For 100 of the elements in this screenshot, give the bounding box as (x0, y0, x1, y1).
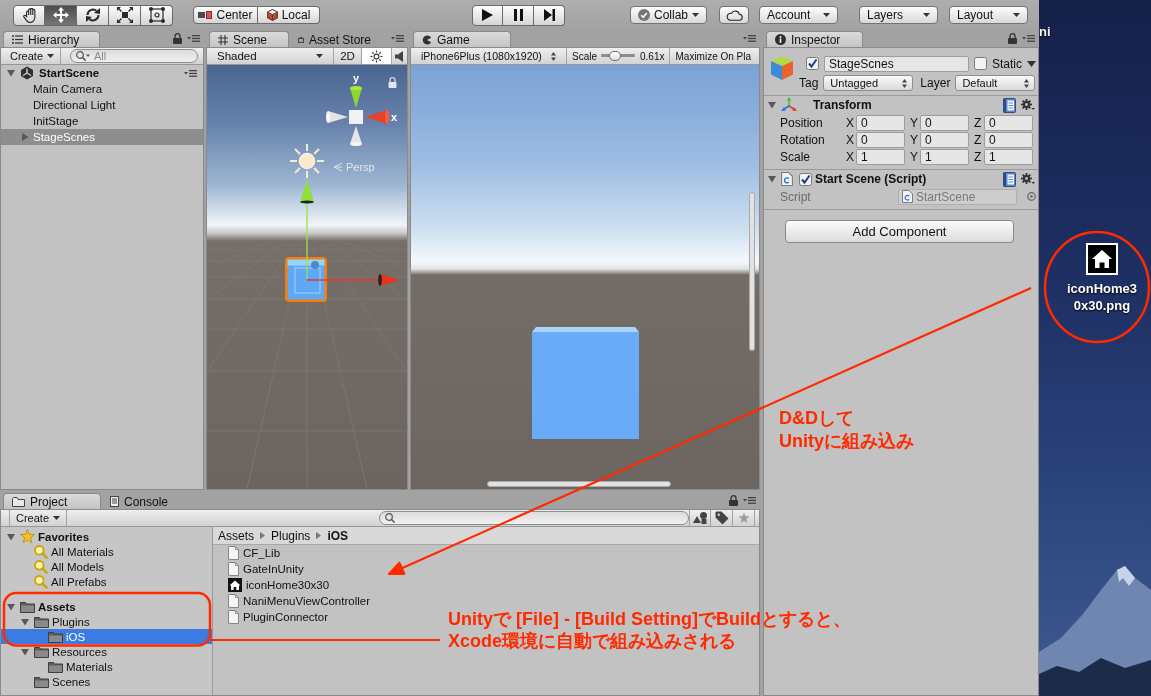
project-tree-item[interactable]: Plugins (1, 614, 212, 629)
search-field[interactable]: All (70, 49, 199, 63)
disclosure-triangle-icon[interactable] (768, 175, 776, 183)
menu-icon[interactable] (1022, 35, 1035, 42)
number-field[interactable]: 0 (856, 131, 905, 148)
search-field[interactable] (379, 511, 689, 525)
project-tree-item[interactable]: Materials (1, 659, 212, 674)
collab-button[interactable]: Collab (630, 6, 707, 24)
panel-tab[interactable]: Console (101, 493, 199, 509)
lock-icon[interactable] (729, 495, 738, 506)
menu-icon[interactable] (187, 35, 200, 42)
number-field[interactable]: 0 (920, 114, 969, 131)
number-field[interactable]: 0 (920, 131, 969, 148)
lock-icon[interactable] (388, 76, 397, 88)
menu-icon[interactable] (184, 69, 197, 77)
play-button[interactable] (472, 4, 503, 26)
panel-tab[interactable]: Scene (209, 31, 289, 47)
book-icon[interactable] (1003, 171, 1016, 187)
panel-tab[interactable]: Inspector (766, 31, 863, 47)
step-button[interactable] (534, 4, 565, 26)
disclosure-triangle-icon[interactable] (7, 532, 15, 541)
disclosure-triangle-icon[interactable] (21, 647, 29, 656)
file-item[interactable]: iconHome30x30 (228, 577, 334, 593)
file-item[interactable]: GateInUnity (228, 561, 308, 577)
tool-button[interactable] (13, 4, 45, 26)
project-tree-item[interactable]: All Models (1, 559, 212, 574)
checkbox[interactable] (806, 57, 819, 70)
x-axis-arrow[interactable] (306, 274, 400, 286)
cloud-button[interactable] (719, 6, 749, 24)
scene-row[interactable]: StartScene (1, 65, 203, 81)
scale-label: Scale (572, 50, 597, 62)
gear-icon[interactable] (1021, 99, 1035, 111)
house-icon[interactable] (1086, 243, 1118, 275)
breadcrumb-item[interactable]: Plugins (271, 528, 311, 543)
menu-icon[interactable] (391, 35, 404, 42)
gear-icon[interactable] (1021, 173, 1035, 185)
tool-button[interactable] (77, 4, 109, 26)
hierarchy-item[interactable]: Main Camera (1, 81, 203, 97)
layout-dropdown[interactable]: Layout (949, 6, 1028, 24)
pivot-mode-button[interactable]: Center (193, 6, 258, 24)
tag-dropdown[interactable]: Untagged (823, 75, 914, 91)
hierarchy-item[interactable]: Directional Light (1, 97, 203, 113)
project-tree-item[interactable]: iOS (1, 629, 212, 644)
orientation-gizmo[interactable] (326, 86, 389, 146)
shading-dropdown[interactable]: Shaded (207, 48, 334, 64)
file-item[interactable]: NaniMenuViewController (228, 593, 374, 609)
project-tree-item[interactable]: Favorites (1, 529, 212, 544)
horizontal-scrollbar[interactable] (487, 481, 671, 487)
slider-thumb[interactable] (608, 51, 621, 61)
selected-cube[interactable] (285, 257, 327, 302)
layer-dropdown[interactable]: Default (955, 75, 1036, 91)
disclosure-triangle-icon[interactable] (21, 617, 29, 626)
menu-icon[interactable] (743, 497, 756, 504)
panel-tab[interactable]: Hierarchy (3, 31, 100, 47)
disclosure-triangle-icon[interactable] (7, 69, 15, 77)
lock-icon[interactable] (1008, 33, 1017, 44)
book-icon[interactable] (1003, 97, 1016, 113)
file-item[interactable]: CF_Lib (228, 545, 285, 561)
breadcrumb-item[interactable]: iOS (327, 528, 349, 543)
project-tree-item[interactable]: Assets (1, 599, 212, 614)
target-icon[interactable] (1027, 192, 1036, 201)
tool-button[interactable] (109, 4, 141, 26)
number-field[interactable]: 1 (920, 148, 969, 165)
panel-tab[interactable]: Project (3, 493, 101, 509)
number-field[interactable]: 1 (984, 148, 1033, 165)
create-button[interactable]: Create (9, 510, 68, 526)
breadcrumb-item[interactable]: Assets (218, 528, 254, 543)
file-item[interactable]: PluginConnector (228, 609, 333, 625)
pause-button[interactable] (503, 4, 534, 26)
resolution-dropdown[interactable]: iPhone6Plus (1080x1920) (411, 48, 567, 64)
lighting-toggle[interactable] (362, 48, 392, 64)
panel-tab[interactable]: Game (413, 31, 511, 47)
project-tree-item[interactable]: Scenes (1, 674, 212, 689)
name-field[interactable]: StageScnes (824, 55, 969, 72)
pivot-rotation-button[interactable]: Local (258, 6, 320, 24)
filter-type-button[interactable] (689, 510, 711, 526)
lock-icon[interactable] (173, 33, 182, 44)
number-field[interactable]: 0 (856, 114, 905, 131)
disclosure-triangle-icon[interactable] (7, 602, 15, 611)
tool-button[interactable] (45, 4, 77, 26)
hierarchy-item[interactable]: InitStage (1, 113, 203, 129)
project-tree-item[interactable]: All Prefabs (1, 574, 212, 589)
number-field[interactable]: 0 (984, 114, 1033, 131)
vertical-scrollbar[interactable] (749, 192, 755, 351)
panel-tab[interactable]: Asset Store (289, 31, 381, 47)
checkbox[interactable] (974, 57, 987, 70)
disclosure-triangle-icon[interactable] (768, 101, 776, 109)
layers-dropdown[interactable]: Layers (859, 6, 938, 24)
maximize-toggle[interactable]: Maximize On Pla (670, 48, 757, 64)
number-field[interactable]: 0 (984, 131, 1033, 148)
tool-button[interactable] (141, 4, 173, 26)
create-button[interactable]: Create (4, 48, 62, 64)
y-axis-arrow[interactable] (300, 180, 314, 280)
number-field[interactable]: 1 (856, 148, 905, 165)
project-tree-item[interactable]: Resources (1, 644, 212, 659)
add-component-button[interactable]: Add Component (785, 220, 1014, 243)
menu-icon[interactable] (743, 35, 756, 42)
checkbox[interactable] (799, 172, 812, 186)
account-dropdown[interactable]: Account (759, 6, 838, 24)
project-tree-item[interactable]: All Materials (1, 544, 212, 559)
